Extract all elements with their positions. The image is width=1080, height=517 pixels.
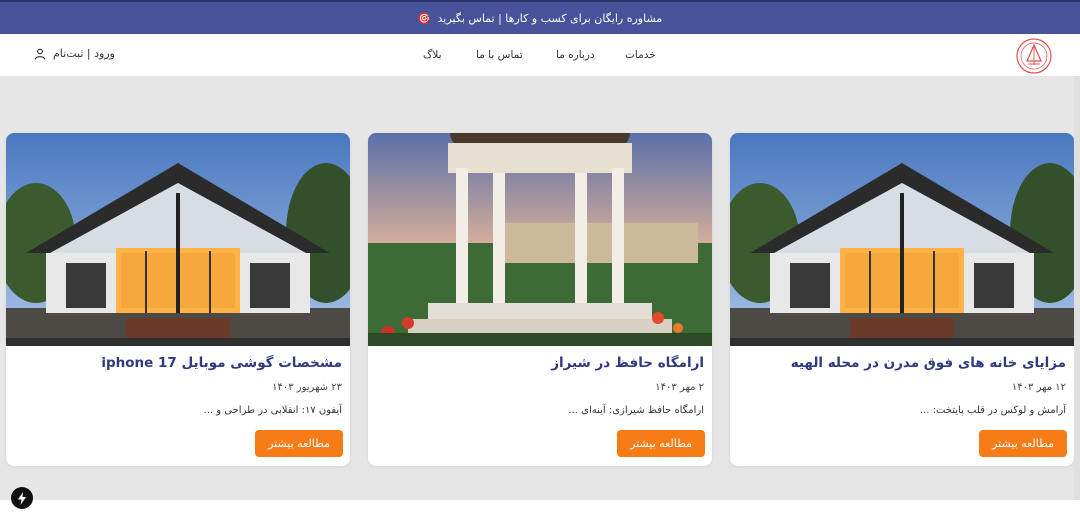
scrollbar[interactable] — [1074, 76, 1080, 500]
login-link[interactable]: ورود | ثبت‌نام — [34, 47, 115, 60]
user-icon — [34, 48, 46, 59]
read-more-button[interactable]: مطالعه بیشتر — [979, 430, 1067, 457]
login-label: ورود | ثبت‌نام — [53, 47, 115, 60]
promo-banner[interactable]: مشاوره رایگان برای کسب و کارها | تماس بگ… — [0, 0, 1080, 34]
card-title[interactable]: مشخصات گوشی موبایل iphone 17 — [101, 355, 342, 371]
card-excerpt: ارامگاه حافظ شیرازی: آینه‌ای ... — [568, 405, 704, 416]
card-date: ۱۲ مهر ۱۴۰۳ — [1011, 382, 1066, 393]
card-date: ۲۳ شهریور ۱۴۰۳ — [272, 382, 342, 393]
nav-blog[interactable]: بلاگ — [423, 49, 442, 61]
hafez-tomb-image[interactable] — [368, 133, 712, 346]
banner-text[interactable]: مشاوره رایگان برای کسب و کارها | تماس بگ… — [438, 12, 663, 25]
bolt-icon[interactable] — [11, 487, 33, 509]
card-excerpt: آیفون ۱۷: انقلابی در طراحی و ... — [203, 405, 342, 416]
nav-contact[interactable]: تماس با ما — [476, 49, 523, 61]
read-more-button[interactable]: مطالعه بیشتر — [255, 430, 343, 457]
navbar: ورود | ثبت‌نام خدمات درباره ما تماس با م… — [0, 34, 1080, 76]
blog-card[interactable]: مشخصات گوشی موبایل iphone 17 ۲۳ شهریور ۱… — [6, 133, 350, 466]
blog-card[interactable]: ارامگاه حافظ در شیراز ۲ مهر ۱۴۰۳ ارامگاه… — [368, 133, 712, 466]
card-date: ۲ مهر ۱۴۰۳ — [655, 382, 704, 393]
nav-services[interactable]: خدمات — [625, 49, 656, 61]
card-title[interactable]: ارامگاه حافظ در شیراز — [551, 355, 704, 371]
read-more-button[interactable]: مطالعه بیشتر — [617, 430, 705, 457]
nav-about[interactable]: درباره ما — [556, 49, 595, 61]
house-image[interactable] — [730, 133, 1074, 346]
blog-card[interactable]: مزایای خانه های فوق مدرن در محله الهیه ۱… — [730, 133, 1074, 466]
target-icon: 🎯 — [417, 11, 432, 25]
card-title[interactable]: مزایای خانه های فوق مدرن در محله الهیه — [791, 355, 1066, 371]
card-excerpt: آرامش و لوکس در قلب پایتخت: ... — [919, 405, 1066, 416]
logo-icon[interactable] — [1013, 37, 1055, 75]
house-image[interactable] — [6, 133, 350, 346]
